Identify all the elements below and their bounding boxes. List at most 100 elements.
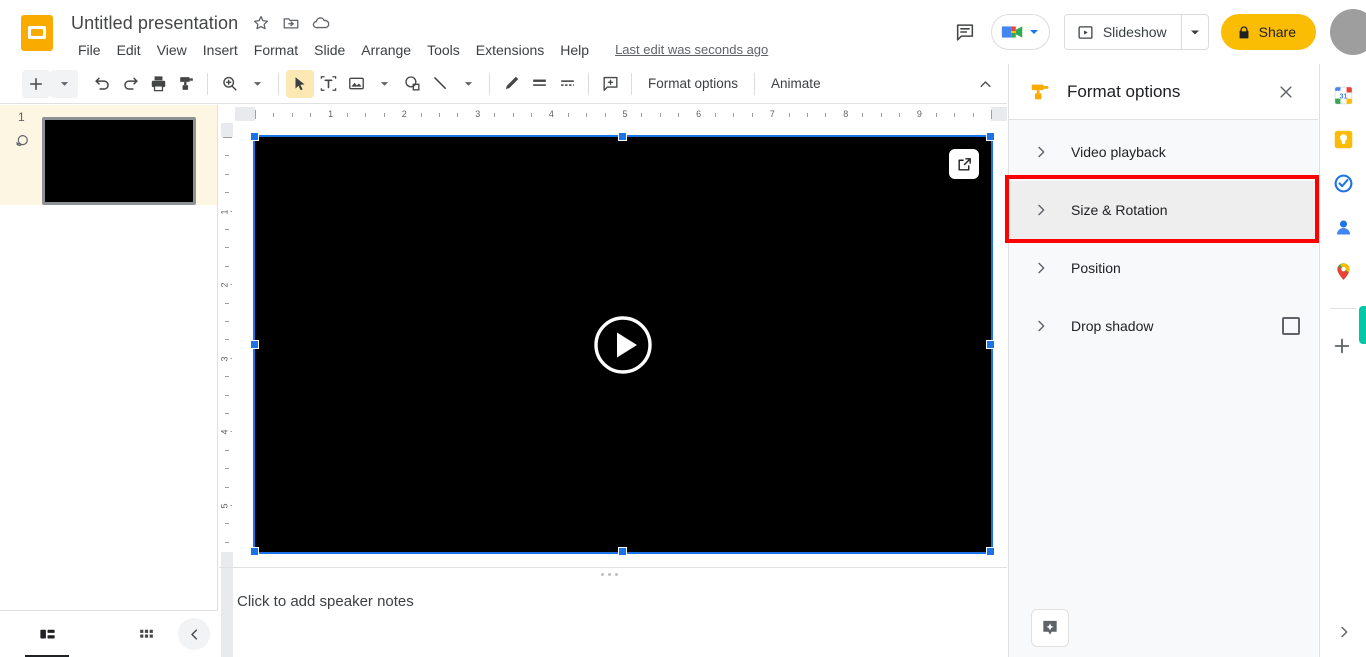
share-button[interactable]: Share [1220,14,1316,50]
format-panel-title: Format options [1067,81,1181,101]
menu-help[interactable]: Help [552,38,597,62]
resize-handle-bottom-right[interactable] [986,547,995,556]
close-icon[interactable] [1270,76,1302,108]
menu-extensions[interactable]: Extensions [468,38,552,62]
menu-view[interactable]: View [149,38,195,62]
add-ons-plus-icon[interactable] [1331,335,1355,359]
chevron-down-icon [380,82,388,86]
paint-format-button[interactable] [172,70,200,98]
new-slide-dropdown[interactable] [50,69,78,98]
drop-shadow-checkbox[interactable] [1282,317,1300,335]
play-button[interactable] [592,314,654,376]
slideshow-dropdown-button[interactable] [1180,14,1209,50]
explore-button[interactable] [1031,609,1069,647]
horizontal-ruler[interactable]: 1 2 3 4 5 6 7 8 9 [235,105,1007,123]
resize-handle-bottom-center[interactable] [618,547,627,556]
print-button[interactable] [144,70,172,98]
zoom-dropdown[interactable] [243,70,271,98]
zoom-button[interactable] [215,70,243,98]
google-keep-icon[interactable] [1332,128,1354,150]
google-calendar-icon[interactable]: 31 [1332,84,1354,106]
menu-bar: File Edit View Insert Format Slide Arran… [70,38,768,62]
format-row-drop-shadow[interactable]: Drop shadow [1009,297,1318,355]
resize-handle-top-center[interactable] [618,132,627,141]
text-box-button[interactable] [314,70,342,98]
ruler-tick [225,321,229,322]
menu-arrange[interactable]: Arrange [353,38,419,62]
menu-insert[interactable]: Insert [195,38,246,62]
chevron-down-icon [464,82,472,86]
avatar[interactable] [1330,9,1366,55]
resize-handle-top-left[interactable] [250,132,259,141]
ruler-tick [641,113,643,117]
filmstrip-slide-1[interactable]: 1 [0,105,217,205]
comment-history-button[interactable] [945,12,985,52]
collapse-menus-button[interactable] [971,70,999,98]
vertical-ruler[interactable]: 1 2 3 4 5 [219,123,235,657]
fill-color-button[interactable] [497,70,525,98]
insert-image-button[interactable] [342,70,370,98]
move-to-folder-icon[interactable] [281,13,301,33]
line-button[interactable] [426,70,454,98]
add-comment-button[interactable] [596,70,624,98]
cloud-saved-icon[interactable] [311,13,331,33]
slide-editing-surface[interactable] [253,135,993,554]
format-row-video-playback[interactable]: Video playback [1009,123,1318,181]
menu-edit[interactable]: Edit [109,38,149,62]
join-call-button[interactable] [990,14,1050,50]
animate-button[interactable]: Animate [762,71,830,96]
menu-format[interactable]: Format [246,38,306,62]
expand-side-panel-button[interactable] [1331,619,1357,645]
grid-view-button[interactable] [129,617,163,651]
ruler-label: 4 [546,109,556,119]
ruler-tick [991,110,992,119]
resize-handle-bottom-left[interactable] [250,547,259,556]
insert-image-dropdown[interactable] [370,70,398,98]
document-title[interactable]: Untitled presentation [68,10,241,36]
ruler-tick [733,113,735,117]
notes-resize-handle[interactable] [593,570,625,578]
open-in-new-button[interactable] [949,149,979,179]
format-row-label: Video playback [1071,144,1166,160]
new-slide-button[interactable] [22,69,50,98]
slide-thumbnail[interactable] [42,117,196,205]
resize-handle-middle-right[interactable] [986,340,995,349]
star-icon[interactable] [251,13,271,33]
slide-number: 1 [18,110,25,124]
undo-button[interactable] [88,70,116,98]
ruler-label: 5 [219,503,231,509]
resize-handle-top-right[interactable] [986,132,995,141]
line-dropdown[interactable] [454,70,482,98]
google-maps-icon[interactable] [1332,260,1354,282]
format-row-size-and-rotation[interactable]: Size & Rotation [1009,181,1318,239]
ruler-tick [586,113,588,117]
line-dash-button[interactable] [553,70,581,98]
slideshow-button[interactable]: Slideshow [1063,14,1181,50]
ruler-tick [512,113,514,117]
google-tasks-icon[interactable] [1332,172,1354,194]
slide-transition-icon[interactable] [13,133,31,151]
menu-file[interactable]: File [70,38,109,62]
toolbar-divider [489,72,490,95]
collapse-filmstrip-button[interactable] [178,618,210,650]
format-row-position[interactable]: Position [1009,239,1318,297]
redo-button[interactable] [116,70,144,98]
filmstrip-view-button[interactable] [25,617,69,657]
ruler-tick [347,113,348,117]
ruler-tick [531,113,532,117]
format-options-button[interactable]: Format options [639,71,747,96]
header-actions: Slideshow Share [945,0,1366,64]
menu-slide[interactable]: Slide [306,38,353,62]
last-edit-status[interactable]: Last edit was seconds ago [615,40,768,60]
google-contacts-icon[interactable] [1332,216,1354,238]
ruler-tick [751,113,753,117]
shape-button[interactable] [398,70,426,98]
ruler-label: 3 [219,356,231,362]
speaker-notes-area[interactable]: Click to add speaker notes [219,579,1007,657]
menu-tools[interactable]: Tools [419,38,468,62]
ruler-label: 5 [620,109,630,119]
select-tool-button[interactable] [286,69,314,98]
addon-tab-indicator[interactable] [1359,306,1366,344]
line-weight-button[interactable] [525,70,553,98]
resize-handle-middle-left[interactable] [250,340,259,349]
